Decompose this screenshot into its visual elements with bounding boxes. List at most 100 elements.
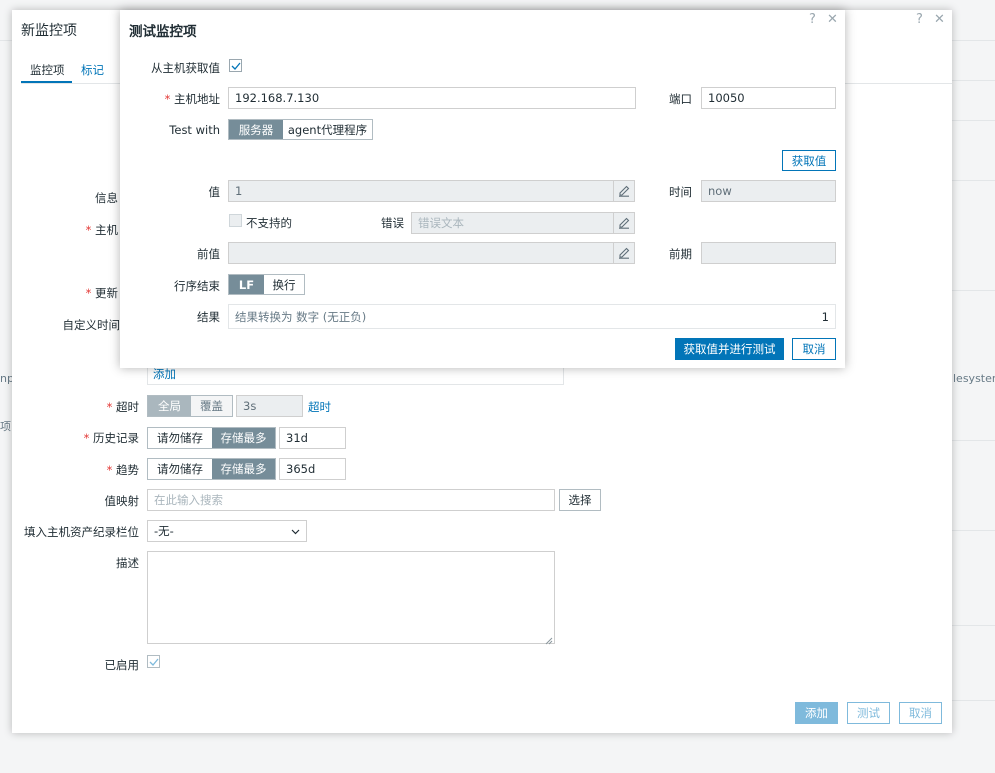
background-text: 项 — [0, 420, 11, 433]
result-label: 结果 — [197, 310, 220, 324]
background-divider — [952, 625, 995, 626]
inventory-select[interactable]: -无- — [147, 520, 307, 542]
test-button[interactable]: 测试 — [847, 702, 890, 724]
custom-intervals-add-link[interactable]: 添加 — [153, 366, 176, 382]
tab-item[interactable]: 监控项 — [30, 62, 65, 78]
prev-value-input[interactable] — [228, 242, 635, 264]
value-text: 1 — [235, 184, 243, 198]
resize-handle-icon[interactable] — [545, 634, 553, 648]
timeout-input[interactable]: 3s — [236, 395, 303, 417]
background-divider — [952, 700, 995, 701]
edit-pencil-icon[interactable] — [613, 243, 634, 263]
close-icon[interactable]: ✕ — [827, 12, 838, 27]
port-value: 10050 — [708, 91, 745, 105]
enabled-label: 已启用 — [104, 658, 140, 672]
background-divider — [952, 440, 995, 441]
info-label: 信息 — [95, 191, 118, 205]
timeout-override-option[interactable]: 覆盖 — [191, 396, 232, 416]
add-button[interactable]: 添加 — [795, 702, 838, 724]
description-label: 描述 — [116, 556, 139, 570]
item-dialog-title: 新监控项 — [21, 23, 77, 39]
history-store-up-to-option[interactable]: 存储最多 — [212, 428, 275, 448]
history-input[interactable]: 31d — [279, 427, 346, 449]
trends-do-not-store-option[interactable]: 请勿储存 — [148, 459, 212, 479]
background-divider — [952, 180, 995, 181]
enabled-checkbox[interactable] — [147, 655, 160, 668]
test-cancel-button[interactable]: 取消 — [792, 338, 836, 360]
get-value-and-test-button[interactable]: 获取值并进行测试 — [675, 338, 784, 360]
timeout-global-option[interactable]: 全局 — [148, 396, 191, 416]
result-value: 1 — [821, 309, 829, 324]
eol-lf-option[interactable]: LF — [229, 275, 264, 294]
not-supported-label: 不支持的 — [246, 216, 292, 230]
error-label: 错误 — [381, 216, 404, 230]
time-label: 时间 — [669, 185, 692, 199]
background-text: lesystem — [953, 372, 995, 385]
trends-value: 365d — [286, 462, 316, 476]
port-input[interactable]: 10050 — [701, 87, 836, 109]
history-value: 31d — [286, 431, 308, 445]
test-with-server-option[interactable]: 服务器 — [229, 120, 283, 139]
cancel-button[interactable]: 取消 — [899, 702, 942, 724]
inventory-selected-value: -无- — [154, 524, 174, 538]
get-from-host-label: 从主机获取值 — [151, 61, 220, 75]
description-textarea[interactable] — [147, 551, 555, 644]
history-label: 历史记录 — [60, 430, 139, 446]
host-interface-label: 主机 — [60, 222, 118, 238]
result-conversion-text: 结果转换为 数字 (无正负) — [235, 309, 367, 324]
edit-pencil-icon[interactable] — [613, 213, 634, 233]
inventory-label: 填入主机资产纪录栏位 — [24, 525, 139, 539]
test-with-label: Test with — [169, 123, 220, 137]
value-map-label: 值映射 — [104, 494, 140, 508]
value-map-select-button[interactable]: 选择 — [559, 489, 601, 511]
host-address-label: 主机地址 — [130, 91, 220, 107]
chevron-down-icon — [291, 524, 300, 538]
trends-input[interactable]: 365d — [279, 458, 346, 480]
eol-toggle[interactable]: LF 换行 — [228, 274, 305, 295]
timeout-label: 超时 — [60, 399, 139, 415]
timeout-value: 3s — [243, 399, 257, 413]
trends-mode-toggle[interactable]: 请勿储存 存储最多 — [147, 458, 276, 480]
error-input[interactable]: 错误文本 — [411, 212, 635, 234]
value-input[interactable]: 1 — [228, 180, 635, 202]
trends-label: 趋势 — [60, 462, 139, 478]
host-address-input[interactable]: 192.168.7.130 — [228, 87, 636, 109]
close-icon[interactable]: ✕ — [934, 12, 945, 27]
not-supported-checkbox[interactable] — [229, 214, 242, 227]
timeout-settings-link[interactable]: 超时 — [308, 399, 331, 415]
edit-pencil-icon[interactable] — [613, 181, 634, 201]
time-value: now — [708, 184, 732, 198]
background-divider — [952, 530, 995, 531]
time-input[interactable]: now — [701, 180, 836, 202]
background-divider — [952, 290, 995, 291]
eol-crlf-option[interactable]: 换行 — [264, 275, 304, 294]
help-icon[interactable]: ? — [916, 12, 923, 27]
error-placeholder: 错误文本 — [418, 216, 464, 230]
help-icon[interactable]: ? — [809, 12, 816, 27]
host-address-value: 192.168.7.130 — [235, 91, 320, 105]
history-do-not-store-option[interactable]: 请勿储存 — [148, 428, 212, 448]
test-dialog-title: 测试监控项 — [129, 24, 197, 40]
prev-time-label: 前期 — [669, 247, 692, 261]
value-map-search-input[interactable]: 在此输入搜索 — [147, 489, 555, 511]
get-value-button[interactable]: 获取值 — [782, 150, 836, 171]
checkmark-icon — [149, 658, 158, 666]
eol-label: 行序结束 — [174, 279, 220, 293]
prev-value-label: 前值 — [197, 247, 220, 261]
tab-tags[interactable]: 标记 — [81, 62, 104, 78]
value-label: 值 — [208, 185, 221, 199]
history-mode-toggle[interactable]: 请勿储存 存储最多 — [147, 427, 276, 449]
value-map-placeholder: 在此输入搜索 — [154, 493, 223, 507]
test-with-toggle[interactable]: 服务器 agent代理程序 — [228, 119, 373, 140]
port-label: 端口 — [669, 92, 692, 106]
background-divider — [952, 80, 995, 81]
checkmark-icon — [231, 62, 240, 70]
timeout-mode-toggle[interactable]: 全局 覆盖 — [147, 395, 233, 417]
get-from-host-checkbox[interactable] — [229, 59, 242, 72]
prev-time-input[interactable] — [701, 242, 836, 264]
custom-intervals-label: 自定义时间 — [62, 318, 121, 332]
update-interval-label: 更新 — [60, 285, 118, 301]
background-divider — [952, 120, 995, 121]
test-with-proxy-option[interactable]: agent代理程序 — [283, 120, 372, 139]
trends-store-up-to-option[interactable]: 存储最多 — [212, 459, 275, 479]
